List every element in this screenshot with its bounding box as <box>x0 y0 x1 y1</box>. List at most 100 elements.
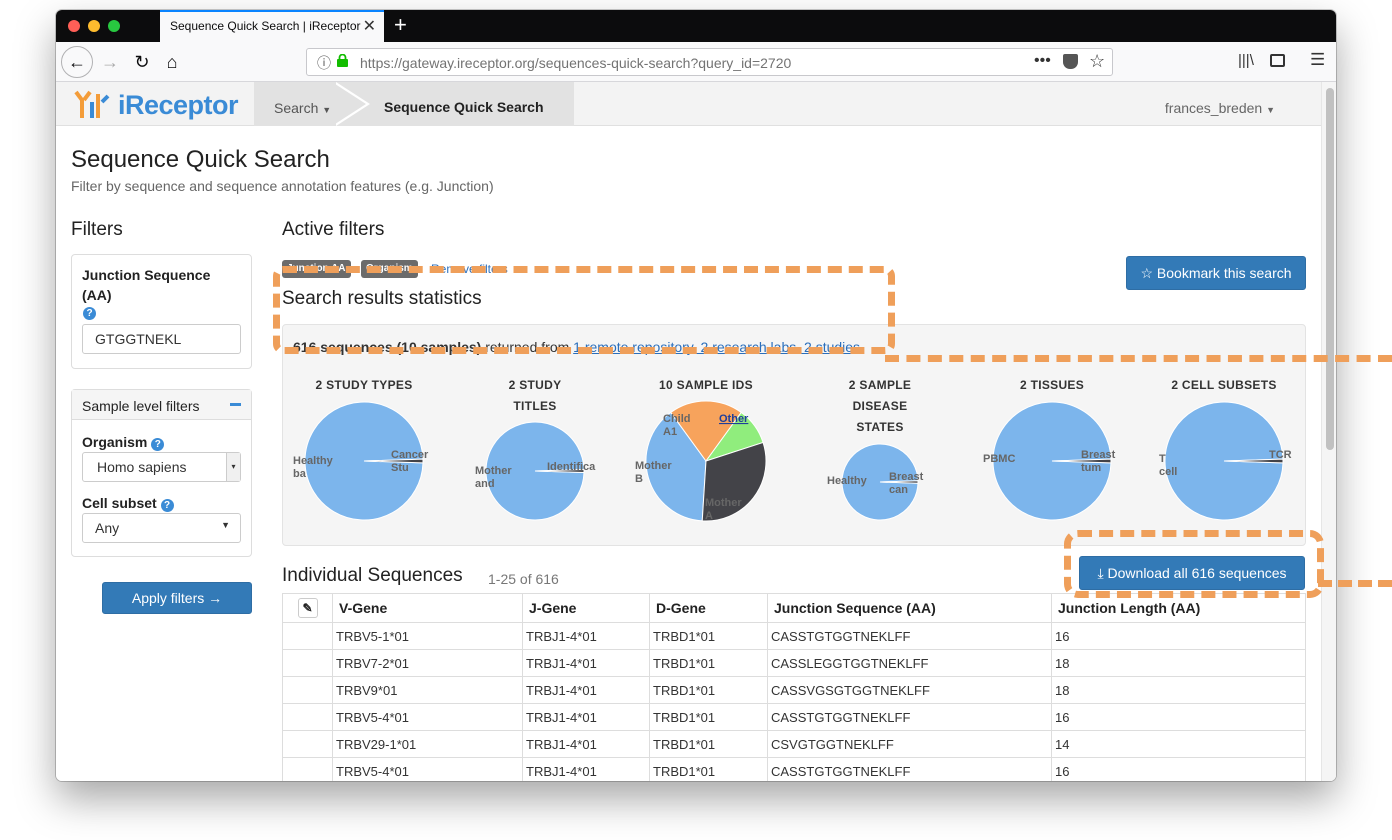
table-cell: TRBV9*01 <box>332 676 523 704</box>
table-cell: 16 <box>1051 757 1306 781</box>
table-row[interactable]: TRBV7-2*01 TRBJ1-4*01 TRBD1*01 CASSLEGGTGGT… <box>282 649 1306 677</box>
table-row[interactable]: TRBV29-1*01 TRBJ1-4*01 TRBD1*01 CSVGTGGTNEK… <box>282 730 1306 758</box>
page-subtitle: Filter by sequence and sequence annotati… <box>71 178 494 194</box>
pocket-icon[interactable] <box>1063 54 1078 69</box>
chart-title: 2 STUDY TYPES <box>315 378 413 392</box>
minimize-window-button[interactable] <box>88 20 100 32</box>
edit-columns-icon[interactable]: ✎ <box>297 598 318 618</box>
home-icon[interactable]: ⌂ <box>158 48 186 76</box>
caret-down-icon: ▼ <box>221 520 230 530</box>
sidebar-icon[interactable] <box>1270 54 1285 67</box>
user-name: frances_breden <box>1164 100 1263 116</box>
table-row[interactable]: TRBV5-4*01 TRBJ1-4*01 TRBD1*01 CASSTGTGGTNE… <box>282 757 1306 781</box>
page-content: iReceptor Search ▼ Sequence Quick Search… <box>56 82 1336 781</box>
chart-title: 2 SAMPLE DISEASE STATES <box>848 378 912 434</box>
nav-current-page[interactable]: Sequence Quick Search <box>340 82 574 126</box>
column-header[interactable]: D-Gene <box>649 593 768 623</box>
menu-icon[interactable]: ☰ <box>1310 50 1325 70</box>
star-icon[interactable]: ☆ <box>1089 51 1105 72</box>
table-cell: CSVGTGGTNEKLFF <box>767 730 1052 758</box>
help-icon[interactable]: ? <box>83 307 96 320</box>
stats-highlight-outline <box>273 266 895 354</box>
cell-subset-select[interactable]: Any ▼ <box>82 513 241 543</box>
select-arrow-icon: ▾ <box>226 453 240 481</box>
table-cell: 18 <box>1051 676 1306 704</box>
help-icon[interactable]: ? <box>151 438 165 451</box>
pie-slice-label: TCR <box>1269 449 1292 461</box>
table-row[interactable]: TRBV5-1*01 TRBJ1-4*01 TRBD1*01 CASSTGTGGTNE… <box>282 622 1306 650</box>
column-header[interactable]: V-Gene <box>332 593 523 623</box>
table-cell: TRBJ1-4*01 <box>522 649 650 677</box>
organism-select[interactable]: Homo sapiens ▾ <box>82 452 241 482</box>
logo-text: iReceptor <box>118 90 239 120</box>
chart-title: 2 CELL SUBSETS <box>1171 378 1277 392</box>
table-row[interactable]: TRBV9*01 TRBJ1-4*01 TRBD1*01 CASSVGSGTGGTNE… <box>282 676 1306 704</box>
table-cell: TRBJ1-4*01 <box>522 730 650 758</box>
row-select-cell <box>282 676 333 704</box>
chart-title: 2 STUDY TITLES <box>508 378 562 413</box>
tab-strip: Sequence Quick Search | iReceptor ✕ + <box>56 10 1336 42</box>
page-scrollbar[interactable] <box>1321 82 1336 781</box>
lock-icon <box>337 53 348 67</box>
forward-icon[interactable]: → <box>96 48 124 76</box>
chart-title: 10 SAMPLE IDS <box>659 378 753 392</box>
pie-slice-label[interactable]: Other <box>719 413 749 425</box>
table-cell: CASSTGTGGTNEKLFF <box>767 622 1052 650</box>
cell-subset-label-text: Cell subset <box>82 495 157 511</box>
organism-label-text: Organism <box>82 434 148 450</box>
junction-sequence-input[interactable]: GTGGTNEKL <box>82 324 241 354</box>
info-icon[interactable]: ⓘ <box>317 53 331 73</box>
user-menu[interactable]: frances_breden ▼ <box>1165 100 1275 116</box>
table-cell: TRBD1*01 <box>649 757 768 781</box>
back-icon[interactable]: ← <box>61 46 93 78</box>
table-cell: CASSTGTGGTNEKLFF <box>767 703 1052 731</box>
table-cell: TRBD1*01 <box>649 703 768 731</box>
library-icon[interactable]: |||\ <box>1238 52 1254 69</box>
table-cell: TRBD1*01 <box>649 676 768 704</box>
bookmark-search-button[interactable]: ☆ Bookmark this search <box>1126 256 1306 290</box>
column-chooser[interactable]: ✎ <box>282 593 333 623</box>
table-cell: TRBV29-1*01 <box>332 730 523 758</box>
scrollbar-thumb[interactable] <box>1326 88 1334 450</box>
table-cell: TRBD1*01 <box>649 649 768 677</box>
table-cell: TRBJ1-4*01 <box>522 676 650 704</box>
sequences-count: 1-25 of 616 <box>488 571 559 587</box>
pie-slice-label: PBMC <box>983 453 1015 465</box>
ireceptor-logo[interactable]: iReceptor <box>72 88 239 122</box>
help-icon[interactable]: ? <box>160 499 174 512</box>
column-header[interactable]: J-Gene <box>522 593 650 623</box>
sample-filter-header[interactable]: Sample level filters <box>72 390 251 420</box>
table-cell: TRBJ1-4*01 <box>522 622 650 650</box>
logo-icon <box>74 90 110 118</box>
site-navbar: iReceptor Search ▼ Sequence Quick Search… <box>56 82 1321 126</box>
apply-filters-button[interactable]: Apply filters → <box>102 582 252 614</box>
junction-sequence-label: Junction Sequence (AA) <box>82 267 211 303</box>
column-header[interactable]: Junction Sequence (AA) <box>767 593 1052 623</box>
caret-down-icon: ▼ <box>322 105 332 115</box>
reload-icon[interactable]: ↻ <box>128 48 156 76</box>
table-cell: CASSVGSGTGGTNEKLFF <box>767 676 1052 704</box>
browser-tab[interactable]: Sequence Quick Search | iReceptor ✕ <box>160 10 384 42</box>
organism-label: Organism ? <box>82 434 165 451</box>
close-icon[interactable]: ✕ <box>363 16 376 36</box>
table-cell: CASSTGTGGTNEKLFF <box>767 757 1052 781</box>
sample-filter-title: Sample level filters <box>82 398 200 414</box>
table-cell: TRBV7-2*01 <box>332 649 523 677</box>
table-row[interactable]: TRBV5-4*01 TRBJ1-4*01 TRBD1*01 CASSTGTGGTNE… <box>282 703 1306 731</box>
table-cell: TRBD1*01 <box>649 730 768 758</box>
table-cell: TRBV5-4*01 <box>332 703 523 731</box>
table-cell: TRBJ1-4*01 <box>522 703 650 731</box>
table-cell: CASSLEGGTGGTNEKLFF <box>767 649 1052 677</box>
nav-current-label: Sequence Quick Search <box>384 99 544 115</box>
maximize-window-button[interactable] <box>108 20 120 32</box>
close-window-button[interactable] <box>68 20 80 32</box>
new-tab-icon[interactable]: + <box>394 12 407 38</box>
collapse-icon[interactable] <box>230 403 241 406</box>
more-icon[interactable]: ••• <box>1034 52 1051 70</box>
caret-down-icon: ▼ <box>1266 105 1275 115</box>
download-highlight-outline <box>1064 530 1324 598</box>
nav-search-label: Search <box>274 100 319 116</box>
pie-slice-label: Identifica <box>547 461 596 473</box>
table-cell: 18 <box>1051 649 1306 677</box>
address-bar[interactable]: ⓘ https://gateway.ireceptor.org/sequence… <box>306 48 1113 76</box>
